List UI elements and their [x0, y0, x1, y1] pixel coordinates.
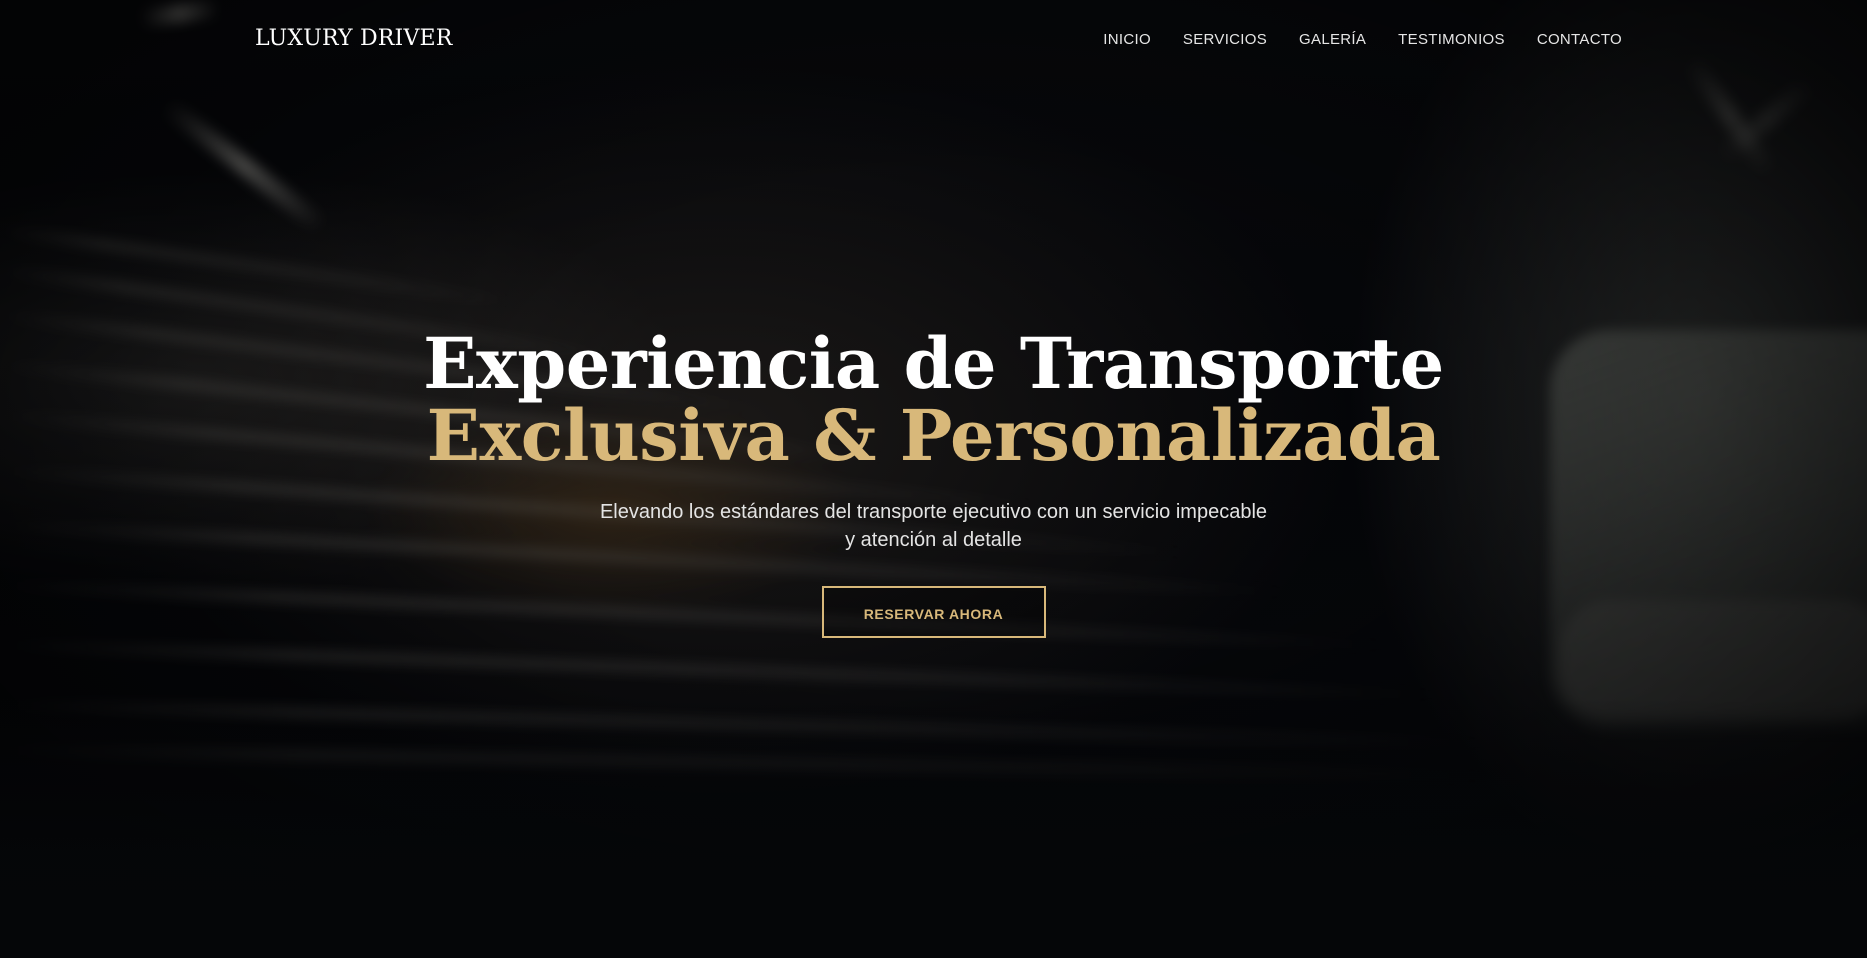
background-bottom-fade [0, 698, 1867, 958]
nav-item-testimonios[interactable]: TESTIMONIOS [1398, 31, 1505, 48]
hero-subtitle-line-1: Elevando los estándares del transporte e… [599, 501, 1268, 523]
brand-logo[interactable]: LUXURY DRIVER [255, 26, 453, 51]
site-header: LUXURY DRIVER INICIO SERVICIOS GALERÍA T… [0, 0, 1867, 82]
nav-item-inicio[interactable]: INICIO [1103, 31, 1151, 48]
page: LUXURY DRIVER INICIO SERVICIOS GALERÍA T… [0, 0, 1867, 958]
hero-title-line-2: Exclusiva & Personalizada [426, 394, 1441, 477]
hero-subtitle: Elevando los estándares del transporte e… [574, 498, 1294, 554]
hero-title-line-1: Experiencia de Transporte [423, 322, 1444, 405]
hero-section: Experiencia de Transporte Exclusiva & Pe… [0, 328, 1867, 638]
hero-subtitle-line-2: y atención al detalle [845, 529, 1022, 551]
nav-item-contacto[interactable]: CONTACTO [1537, 31, 1622, 48]
nav-item-servicios[interactable]: SERVICIOS [1183, 31, 1267, 48]
main-nav: INICIO SERVICIOS GALERÍA TESTIMONIOS CON… [1103, 31, 1622, 48]
nav-item-galeria[interactable]: GALERÍA [1299, 31, 1366, 48]
hero-title: Experiencia de Transporte Exclusiva & Pe… [0, 328, 1867, 472]
reserve-now-button[interactable]: RESERVAR AHORA [821, 586, 1046, 638]
